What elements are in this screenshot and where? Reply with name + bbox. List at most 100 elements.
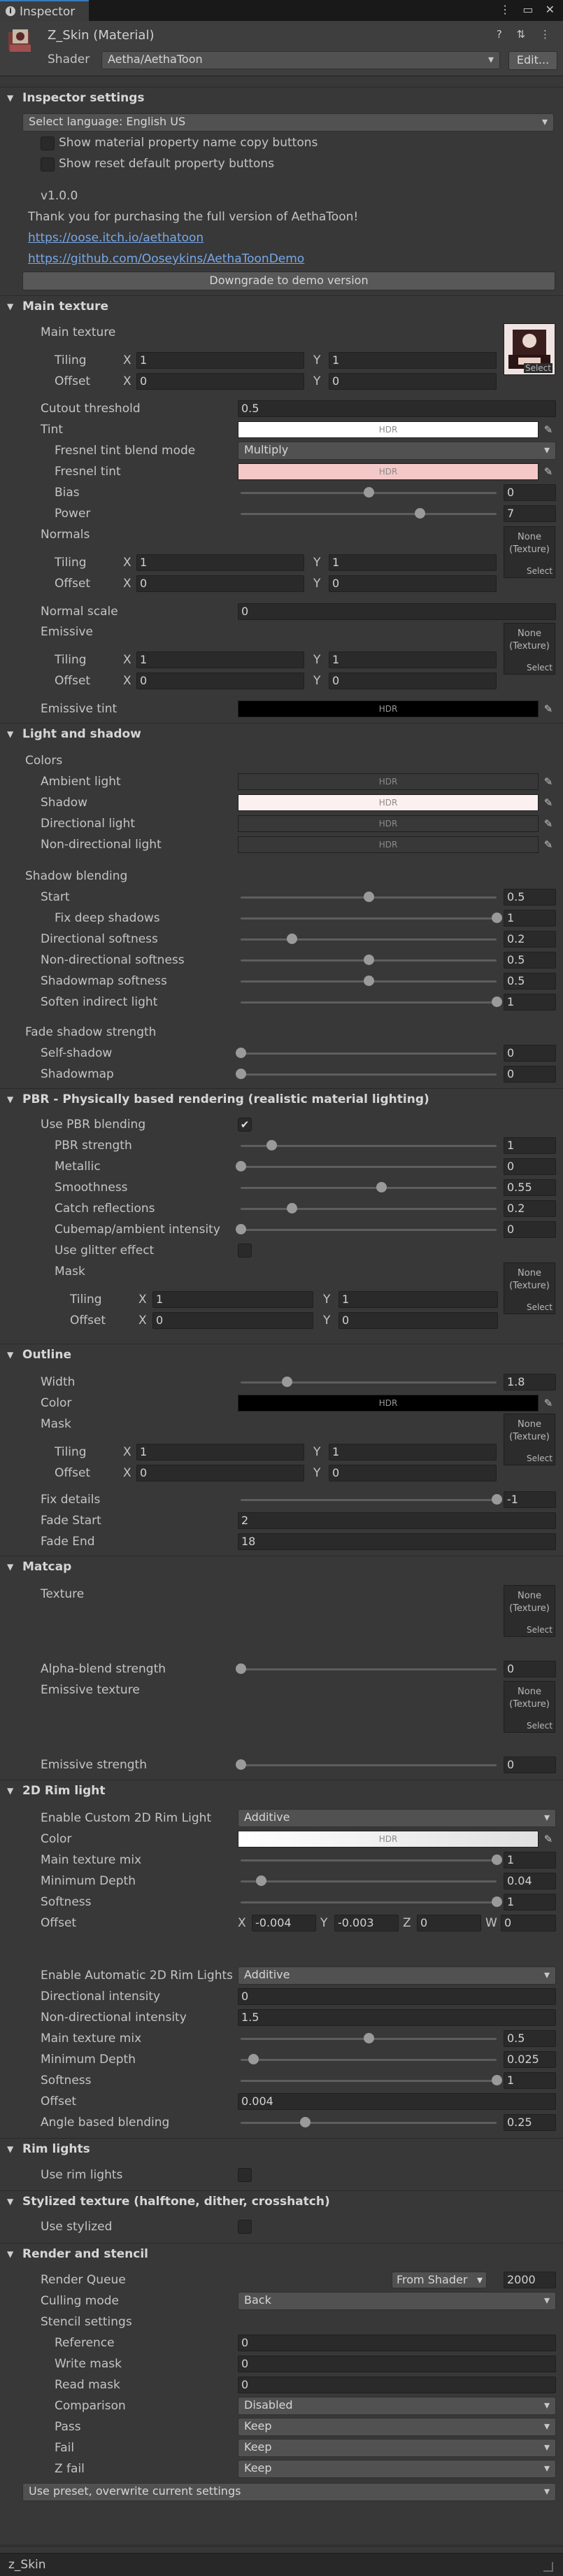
soften-field[interactable]: 1	[504, 994, 556, 1011]
outline-mask-slot[interactable]: None (Texture) Select	[504, 1414, 555, 1465]
rim-offset2-field[interactable]: 0.004	[238, 2093, 556, 2110]
dir-intensity-field[interactable]: 0	[238, 1988, 556, 2005]
normals-texture-slot[interactable]: None (Texture) Select	[504, 526, 555, 578]
normal-offset-y-field[interactable]: 0	[329, 575, 497, 592]
cutout-field[interactable]: 0.5	[238, 400, 556, 417]
itch-link[interactable]: https://oose.itch.io/aethatoon	[28, 231, 204, 245]
slider-knob[interactable]	[299, 2117, 311, 2127]
downgrade-button[interactable]: Downgrade to demo version	[22, 272, 555, 290]
outline-tiling-y-field[interactable]: 1	[329, 1444, 497, 1461]
slider-knob[interactable]	[236, 1048, 246, 1058]
fail-dropdown[interactable]: Keep	[238, 2439, 556, 2457]
preset-dropdown[interactable]: Use preset, overwrite current settings	[22, 2483, 556, 2501]
reference-field[interactable]: 0	[238, 2335, 556, 2351]
emissive-tiling-x-field[interactable]: 1	[136, 652, 304, 668]
fix-details-field[interactable]: -1	[504, 1491, 556, 1508]
eyedropper-icon[interactable]: ✎	[542, 465, 555, 479]
tint-color[interactable]: HDR	[238, 421, 539, 438]
rim-mix2-field[interactable]: 0.5	[504, 2030, 556, 2047]
ambient-color[interactable]: HDR	[238, 773, 539, 790]
outline-color[interactable]: HDR	[238, 1395, 539, 1412]
section-2d-rim[interactable]: ▼ 2D Rim light	[0, 1780, 563, 1802]
use-rim-checkbox[interactable]	[238, 2168, 252, 2182]
section-light-shadow[interactable]: ▼ Light and shadow	[0, 723, 563, 745]
pbr-tiling-y-field[interactable]: 1	[338, 1291, 498, 1308]
rim-depth-slider[interactable]	[241, 1873, 497, 1889]
rim-mix2-slider[interactable]	[241, 2030, 497, 2047]
pbr-tiling-x-field[interactable]: 1	[152, 1291, 313, 1308]
eyedropper-icon[interactable]: ✎	[542, 702, 555, 716]
glitter-checkbox[interactable]	[238, 1244, 252, 1258]
smoothness-field[interactable]: 0.55	[504, 1179, 556, 1196]
copy-buttons-checkbox[interactable]	[41, 136, 55, 150]
slider-knob[interactable]	[266, 1140, 277, 1150]
start-slider[interactable]	[241, 889, 497, 906]
slider-knob[interactable]	[236, 1224, 246, 1234]
pbr-strength-field[interactable]: 1	[504, 1137, 556, 1154]
eyedropper-icon[interactable]: ✎	[542, 1396, 555, 1410]
emissive-texture-slot[interactable]: None (Texture) Select	[504, 623, 555, 675]
outline-width-field[interactable]: 1.8	[504, 1374, 556, 1391]
normal-offset-x-field[interactable]: 0	[136, 575, 304, 592]
select-label[interactable]: Select	[527, 566, 553, 576]
bias-slider[interactable]	[241, 484, 497, 501]
select-label[interactable]: Select	[523, 363, 553, 373]
tab-inspector[interactable]: i Inspector	[0, 0, 89, 21]
dir-soft-slider[interactable]	[241, 931, 497, 948]
rim-offset-y-field[interactable]: -0.003	[334, 1915, 399, 1931]
eyedropper-icon[interactable]: ✎	[542, 817, 555, 831]
slider-knob[interactable]	[248, 2054, 259, 2064]
slider-knob[interactable]	[492, 2075, 502, 2085]
cubemap-slider[interactable]	[236, 1221, 497, 1238]
github-link[interactable]: https://github.com/Ooseykins/AethaToonDe…	[28, 252, 304, 266]
start-field[interactable]: 0.5	[504, 889, 556, 906]
rim-depth2-slider[interactable]	[241, 2051, 497, 2068]
slider-knob[interactable]	[364, 487, 374, 498]
language-dropdown[interactable]: Select language: English US	[22, 113, 554, 132]
normal-tiling-y-field[interactable]: 1	[329, 554, 497, 571]
section-stylized[interactable]: ▼ Stylized texture (halftone, dither, cro…	[0, 2190, 563, 2213]
fresnel-tint-color[interactable]: HDR	[238, 463, 539, 480]
outline-tiling-x-field[interactable]: 1	[136, 1444, 304, 1461]
matcap-em-strength-field[interactable]: 0	[504, 1757, 556, 1773]
slider-knob[interactable]	[236, 1069, 246, 1079]
angle-blend-field[interactable]: 0.25	[504, 2114, 556, 2131]
smoothness-slider[interactable]	[241, 1179, 497, 1196]
matcap-texture-slot[interactable]: None (Texture) Select	[504, 1585, 555, 1637]
header-buttons-icon[interactable]: ? ⇅ ⋮	[497, 28, 556, 41]
tiling-y-field[interactable]: 1	[329, 352, 497, 369]
section-rim-lights[interactable]: ▼ Rim lights	[0, 2138, 563, 2160]
emissive-tint-color[interactable]: HDR	[238, 701, 539, 717]
fade-start-field[interactable]: 2	[238, 1512, 556, 1529]
emissive-offset-y-field[interactable]: 0	[329, 673, 497, 689]
emissive-offset-x-field[interactable]: 0	[136, 673, 304, 689]
power-slider[interactable]	[241, 505, 497, 522]
rim-soft-slider[interactable]	[241, 1894, 502, 1910]
eyedropper-icon[interactable]: ✎	[542, 838, 555, 852]
section-inspector-settings[interactable]: ▼ Inspector settings	[0, 87, 563, 109]
power-field[interactable]: 7	[504, 505, 556, 522]
soften-slider[interactable]	[241, 994, 502, 1011]
shader-dropdown[interactable]: Aetha/AethaToon	[101, 51, 500, 69]
enable-rim-dropdown[interactable]: Additive	[238, 1809, 556, 1827]
slider-knob[interactable]	[492, 1896, 502, 1907]
fix-deep-field[interactable]: 1	[504, 910, 556, 927]
rim-soft2-field[interactable]: 1	[504, 2072, 556, 2089]
outline-width-slider[interactable]	[241, 1374, 497, 1391]
map-soft-field[interactable]: 0.5	[504, 973, 556, 990]
catch-slider[interactable]	[241, 1200, 497, 1217]
comparison-dropdown[interactable]: Disabled	[238, 2397, 556, 2415]
rim-offset-x-field[interactable]: -0.004	[252, 1915, 316, 1931]
bias-field[interactable]: 0	[504, 484, 556, 501]
offset-y-field[interactable]: 0	[329, 373, 497, 390]
slider-knob[interactable]	[236, 1161, 246, 1171]
reset-buttons-checkbox[interactable]	[41, 157, 55, 171]
slider-knob[interactable]	[492, 997, 502, 1007]
slider-knob[interactable]	[492, 913, 502, 923]
slider-knob[interactable]	[287, 1203, 298, 1213]
slider-knob[interactable]	[492, 1494, 502, 1505]
slider-knob[interactable]	[236, 1759, 246, 1770]
outline-offset-x-field[interactable]: 0	[136, 1465, 304, 1481]
resize-grip-icon[interactable]	[543, 2562, 553, 2572]
fix-details-slider[interactable]	[241, 1491, 502, 1508]
